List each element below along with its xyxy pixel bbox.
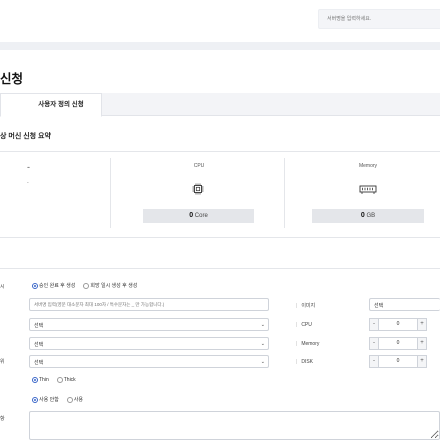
cpu-stepper: - 0 + <box>369 318 440 331</box>
server-name-input[interactable] <box>29 298 269 311</box>
summary-memory-label: Memory <box>358 163 378 169</box>
summary-section-title: 상 머신 신청 요약 <box>0 133 51 140</box>
chevron-down-icon: ⌄ <box>260 341 265 347</box>
radio-label: Thin <box>39 377 49 383</box>
radio-label: Thick <box>63 377 76 383</box>
summary-divider <box>284 158 285 228</box>
page-title: 신청 <box>0 72 24 86</box>
radio-scheduled[interactable]: 희망 일시 생성 후 생성 <box>83 282 137 289</box>
memory-label: | Memory <box>296 341 319 347</box>
memory-value[interactable]: 0 <box>379 337 417 350</box>
radio-label: 사용 <box>73 397 83 403</box>
radio-selected-icon <box>32 396 38 403</box>
label-divider: | <box>296 341 298 347</box>
select-value: 선택 <box>34 323 44 329</box>
select-value: 선택 <box>374 303 384 309</box>
creation-time-label: 시 <box>0 284 5 290</box>
select-value: 선택 <box>34 342 44 348</box>
disk-value[interactable]: 0 <box>379 355 417 368</box>
radio-label: 승인 완료 후 생성 <box>39 283 76 289</box>
radio-used[interactable]: 사용 <box>66 396 83 403</box>
summary-cpu-label: CPU <box>193 163 205 169</box>
label-divider: | <box>296 322 298 328</box>
form-divider <box>0 268 440 269</box>
row8-label: 항 <box>0 416 5 422</box>
disk-label-text: DISK <box>301 359 313 365</box>
creation-time-radios: 승인 완료 후 생성 희망 일시 생성 후 생성 <box>32 282 142 289</box>
memory-stepper: - 0 + <box>369 337 440 350</box>
cpu-label-text: CPU <box>301 322 312 328</box>
label-divider: | <box>296 359 298 365</box>
radio-thin[interactable]: Thin <box>32 377 49 383</box>
radio-selected-icon <box>32 282 38 289</box>
memory-icon <box>359 185 377 194</box>
select-row4[interactable]: 선택 ⌄ <box>29 337 269 350</box>
decrement-button[interactable]: - <box>369 355 379 368</box>
search-input[interactable] <box>318 9 440 29</box>
image-select[interactable]: 선택 <box>369 298 440 311</box>
disk-label: | DISK <box>296 359 313 365</box>
radio-unselected-icon <box>83 282 90 289</box>
decrement-button[interactable]: - <box>369 337 379 350</box>
chevron-down-icon: ⌄ <box>260 359 265 365</box>
cpu-icon <box>192 183 204 195</box>
label-divider: | <box>296 303 298 309</box>
summary-cpu-unit: Core <box>194 213 208 219</box>
summary-first-note: - <box>27 180 29 186</box>
radio-label: 희망 일시 생성 후 생성 <box>90 283 138 289</box>
radio-after-approval[interactable]: 승인 완료 후 생성 <box>32 282 75 289</box>
chevron-down-icon: ⌄ <box>260 322 265 328</box>
description-textarea[interactable] <box>29 411 440 440</box>
radio-unselected-icon <box>56 377 63 383</box>
decrement-button[interactable]: - <box>369 318 379 331</box>
cpu-value[interactable]: 0 <box>379 318 417 331</box>
increment-button[interactable]: + <box>417 337 427 350</box>
image-label-text: 이미지 <box>301 303 316 309</box>
image-label: | 이미지 <box>296 302 315 309</box>
increment-button[interactable]: + <box>417 318 427 331</box>
tab-custom-request[interactable]: 사용자 정의 신청 <box>0 93 102 117</box>
summary-memory-bar: 0 GB <box>312 209 424 223</box>
summary-memory-value: 0 <box>360 212 365 219</box>
summary-cpu-value: 0 <box>189 212 194 219</box>
radio-selected-icon <box>32 377 38 383</box>
summary-cpu-bar: 0 Core <box>143 209 254 223</box>
summary-memory-unit: GB <box>366 213 376 219</box>
row5-label: 위 <box>0 359 5 365</box>
radio-thick[interactable]: Thick <box>56 377 76 383</box>
disk-type-radios: Thin Thick <box>32 377 81 383</box>
increment-button[interactable]: + <box>417 355 427 368</box>
select-row3[interactable]: 선택 ⌄ <box>29 318 269 331</box>
memory-label-text: Memory <box>301 341 320 347</box>
select-row5[interactable]: 선택 ⌄ <box>29 355 269 368</box>
summary-divider <box>110 158 111 228</box>
summary-first-value: - <box>27 162 30 172</box>
disk-stepper: - 0 + <box>369 355 440 368</box>
select-value: 선택 <box>34 360 44 366</box>
radio-label: 사용 안함 <box>39 397 59 403</box>
radio-unselected-icon <box>66 396 73 403</box>
radio-not-used[interactable]: 사용 안함 <box>32 396 59 403</box>
usage-radios: 사용 안함 사용 <box>32 396 88 403</box>
cpu-label: | CPU <box>296 322 312 328</box>
